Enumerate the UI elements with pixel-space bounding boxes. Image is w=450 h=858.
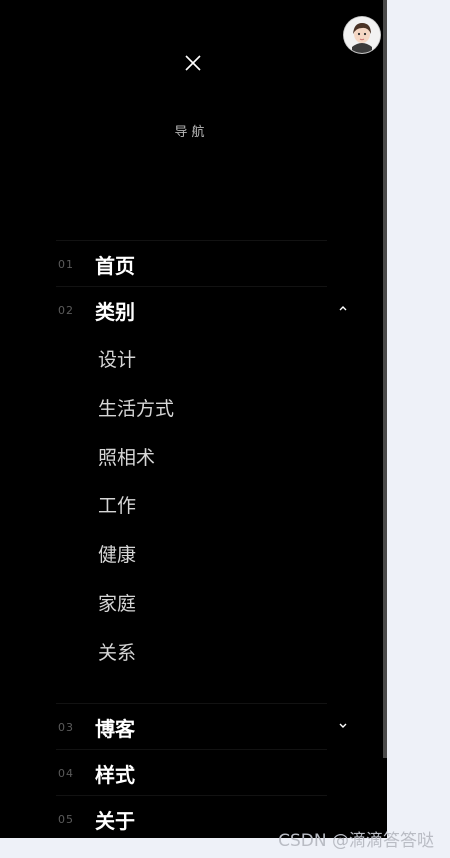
submenu-item-design[interactable]: 设计 <box>98 345 136 372</box>
submenu-item-photography[interactable]: 照相术 <box>98 443 155 470</box>
nav-item-number: 03 <box>58 721 74 734</box>
nav-heading: 导航 <box>174 125 209 140</box>
navigation-drawer: 导航 01 首页 02 类别 设计 生活方式 照相术 工作 健康 家庭 关系 0… <box>0 0 383 838</box>
nav-item-label: 关于 <box>95 809 135 833</box>
nav-item-number: 04 <box>58 767 74 780</box>
submenu-item-relationship[interactable]: 关系 <box>98 638 136 665</box>
submenu-item-work[interactable]: 工作 <box>98 491 136 518</box>
watermark-text: CSDN @滴滴答答哒 <box>278 831 434 851</box>
close-button[interactable] <box>182 52 204 74</box>
close-icon <box>185 55 201 71</box>
drawer-scrollbar[interactable] <box>383 0 387 758</box>
chevron-down-icon[interactable] <box>337 720 349 730</box>
submenu-item-family[interactable]: 家庭 <box>98 589 136 616</box>
nav-item-label: 首页 <box>95 254 135 278</box>
nav-divider <box>56 795 327 796</box>
nav-item-number: 01 <box>58 258 74 271</box>
nav-item-blog[interactable]: 03 博客 <box>56 703 347 749</box>
nav-item-number: 05 <box>58 813 74 826</box>
nav-item-label: 类别 <box>95 300 135 324</box>
nav-divider <box>56 749 327 750</box>
nav-divider <box>56 703 327 704</box>
nav-item-label: 样式 <box>95 763 135 787</box>
submenu-item-health[interactable]: 健康 <box>98 540 136 567</box>
nav-item-label: 博客 <box>95 717 135 741</box>
nav-divider <box>56 240 327 241</box>
nav-item-categories[interactable]: 02 类别 <box>56 286 347 332</box>
user-avatar[interactable] <box>344 17 380 53</box>
app-stage: 导航 01 首页 02 类别 设计 生活方式 照相术 工作 健康 家庭 关系 0… <box>0 0 450 858</box>
nav-item-number: 02 <box>58 304 74 317</box>
nav-item-home[interactable]: 01 首页 <box>56 240 327 286</box>
chevron-up-icon[interactable] <box>337 303 349 313</box>
nav-divider <box>56 286 327 287</box>
nav-item-styles[interactable]: 04 样式 <box>56 749 327 795</box>
submenu-item-lifestyle[interactable]: 生活方式 <box>98 394 174 421</box>
avatar-icon <box>344 17 380 53</box>
